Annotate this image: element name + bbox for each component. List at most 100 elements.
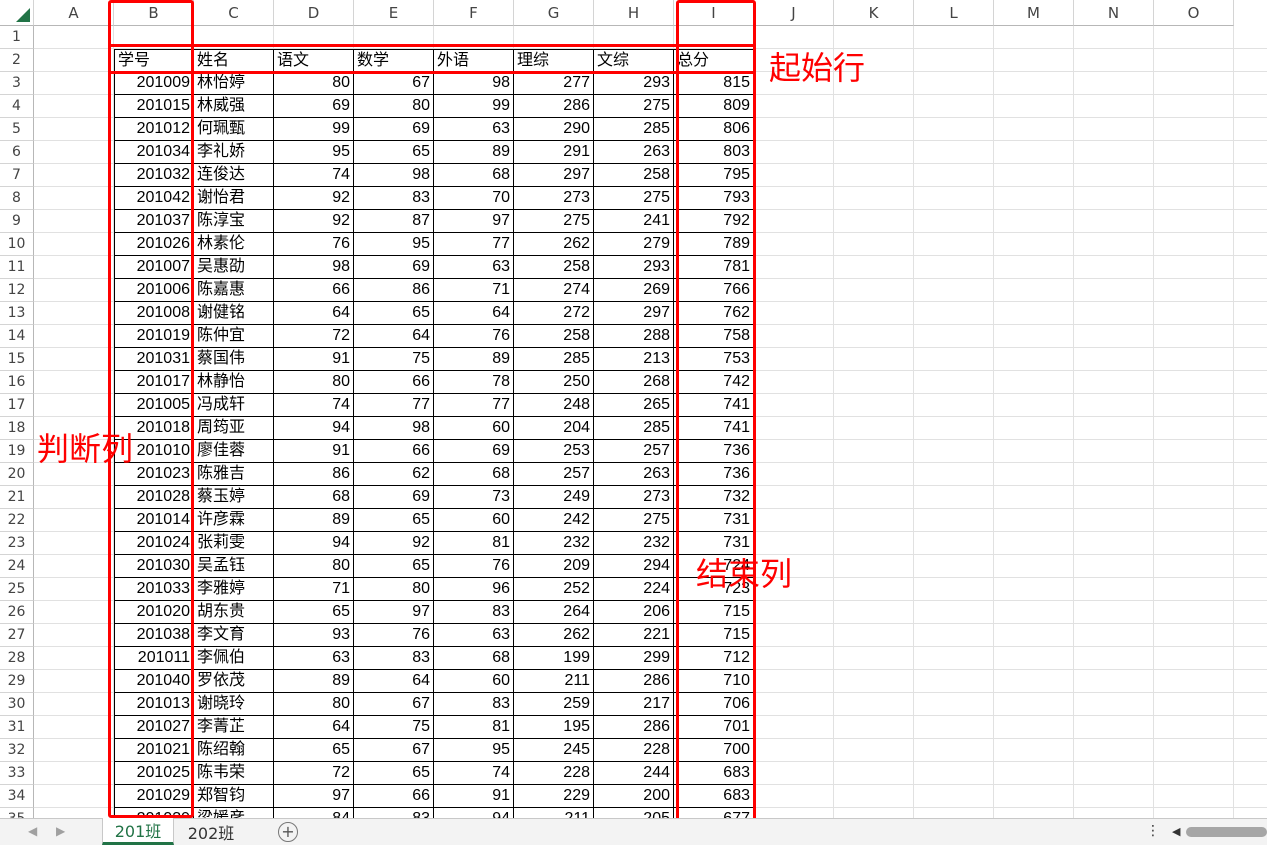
table-cell[interactable]: 269 (594, 279, 674, 302)
header-cell[interactable]: 学号 (114, 49, 194, 72)
table-cell[interactable]: 89 (434, 348, 514, 371)
plus-circle-icon[interactable]: + (278, 822, 298, 842)
table-cell[interactable]: 245 (514, 739, 594, 762)
table-cell[interactable]: 67 (354, 72, 434, 95)
row-header-20[interactable]: 20 (0, 463, 34, 486)
table-cell[interactable]: 77 (354, 394, 434, 417)
table-cell[interactable]: 201017 (114, 371, 194, 394)
table-cell[interactable]: 706 (674, 693, 754, 716)
table-cell[interactable]: 69 (354, 256, 434, 279)
row-header-21[interactable]: 21 (0, 486, 34, 509)
table-cell[interactable]: 66 (274, 279, 354, 302)
row-header-3[interactable]: 3 (0, 72, 34, 95)
table-cell[interactable]: 周筠亚 (194, 417, 274, 440)
table-cell[interactable]: 65 (274, 601, 354, 624)
table-cell[interactable]: 204 (514, 417, 594, 440)
table-cell[interactable]: 710 (674, 670, 754, 693)
row-header-24[interactable]: 24 (0, 555, 34, 578)
table-cell[interactable]: 65 (354, 555, 434, 578)
table-cell[interactable]: 224 (594, 578, 674, 601)
table-cell[interactable]: 89 (434, 141, 514, 164)
table-cell[interactable]: 258 (514, 256, 594, 279)
table-cell[interactable]: 290 (514, 118, 594, 141)
table-cell[interactable]: 93 (274, 624, 354, 647)
table-cell[interactable]: 258 (514, 325, 594, 348)
column-header-g[interactable]: G (514, 0, 594, 26)
table-cell[interactable]: 257 (594, 440, 674, 463)
table-cell[interactable]: 201034 (114, 141, 194, 164)
table-cell[interactable]: 李文育 (194, 624, 274, 647)
table-cell[interactable]: 201012 (114, 118, 194, 141)
table-cell[interactable]: 64 (354, 325, 434, 348)
row-header-6[interactable]: 6 (0, 141, 34, 164)
table-cell[interactable]: 741 (674, 417, 754, 440)
table-cell[interactable]: 265 (594, 394, 674, 417)
table-cell[interactable]: 201007 (114, 256, 194, 279)
table-cell[interactable]: 286 (594, 716, 674, 739)
table-cell[interactable]: 291 (514, 141, 594, 164)
table-cell[interactable]: 蔡玉婷 (194, 486, 274, 509)
table-cell[interactable]: 62 (354, 463, 434, 486)
table-cell[interactable]: 263 (594, 463, 674, 486)
table-cell[interactable]: 63 (434, 256, 514, 279)
row-header-18[interactable]: 18 (0, 417, 34, 440)
table-cell[interactable]: 97 (434, 210, 514, 233)
table-cell[interactable]: 67 (354, 739, 434, 762)
table-cell[interactable]: 李礼娇 (194, 141, 274, 164)
table-cell[interactable]: 陈绍翰 (194, 739, 274, 762)
table-cell[interactable]: 连俊达 (194, 164, 274, 187)
table-cell[interactable]: 谢怡君 (194, 187, 274, 210)
table-cell[interactable]: 275 (594, 95, 674, 118)
table-cell[interactable]: 201033 (114, 578, 194, 601)
table-cell[interactable]: 80 (274, 693, 354, 716)
table-cell[interactable]: 201014 (114, 509, 194, 532)
table-cell[interactable]: 741 (674, 394, 754, 417)
table-cell[interactable]: 677 (674, 808, 754, 818)
table-cell[interactable]: 71 (434, 279, 514, 302)
table-cell[interactable]: 262 (514, 233, 594, 256)
table-cell[interactable]: 815 (674, 72, 754, 95)
worksheet-grid[interactable]: 学号 姓名 语文 数学 外语 理综 文综 总分 201009 林怡婷 80 67 98 277 293 815… (34, 26, 1267, 818)
table-cell[interactable]: 264 (514, 601, 594, 624)
table-cell[interactable]: 80 (274, 371, 354, 394)
table-cell[interactable]: 277 (514, 72, 594, 95)
table-cell[interactable]: 81 (434, 532, 514, 555)
table-cell[interactable]: 69 (434, 440, 514, 463)
table-cell[interactable]: 742 (674, 371, 754, 394)
scroll-left-icon[interactable]: ◀ (1172, 825, 1180, 838)
column-header-n[interactable]: N (1074, 0, 1154, 26)
table-cell[interactable]: 201015 (114, 95, 194, 118)
table-cell[interactable]: 272 (514, 302, 594, 325)
table-cell[interactable]: 201039 (114, 808, 194, 818)
table-cell[interactable]: 286 (514, 95, 594, 118)
table-cell[interactable]: 268 (594, 371, 674, 394)
row-header-16[interactable]: 16 (0, 371, 34, 394)
table-cell[interactable]: 97 (354, 601, 434, 624)
table-cell[interactable]: 712 (674, 647, 754, 670)
table-cell[interactable]: 69 (354, 486, 434, 509)
table-cell[interactable]: 221 (594, 624, 674, 647)
table-cell[interactable]: 201042 (114, 187, 194, 210)
table-cell[interactable]: 766 (674, 279, 754, 302)
table-cell[interactable]: 73 (434, 486, 514, 509)
table-cell[interactable]: 211 (514, 670, 594, 693)
table-cell[interactable]: 陈仲宜 (194, 325, 274, 348)
table-cell[interactable]: 285 (594, 118, 674, 141)
table-cell[interactable]: 陈淳宝 (194, 210, 274, 233)
table-cell[interactable]: 92 (354, 532, 434, 555)
row-header-7[interactable]: 7 (0, 164, 34, 187)
next-sheet-icon[interactable]: ▶ (56, 824, 65, 838)
table-cell[interactable]: 66 (354, 371, 434, 394)
table-cell[interactable]: 65 (354, 509, 434, 532)
table-cell[interactable]: 陈韦荣 (194, 762, 274, 785)
table-cell[interactable]: 郑智钧 (194, 785, 274, 808)
table-cell[interactable]: 201030 (114, 555, 194, 578)
table-cell[interactable]: 228 (594, 739, 674, 762)
table-cell[interactable]: 67 (354, 693, 434, 716)
table-cell[interactable]: 297 (594, 302, 674, 325)
table-cell[interactable]: 232 (594, 532, 674, 555)
table-cell[interactable]: 76 (434, 555, 514, 578)
row-header-12[interactable]: 12 (0, 279, 34, 302)
table-cell[interactable]: 蔡国伟 (194, 348, 274, 371)
column-header-j[interactable]: J (754, 0, 834, 26)
